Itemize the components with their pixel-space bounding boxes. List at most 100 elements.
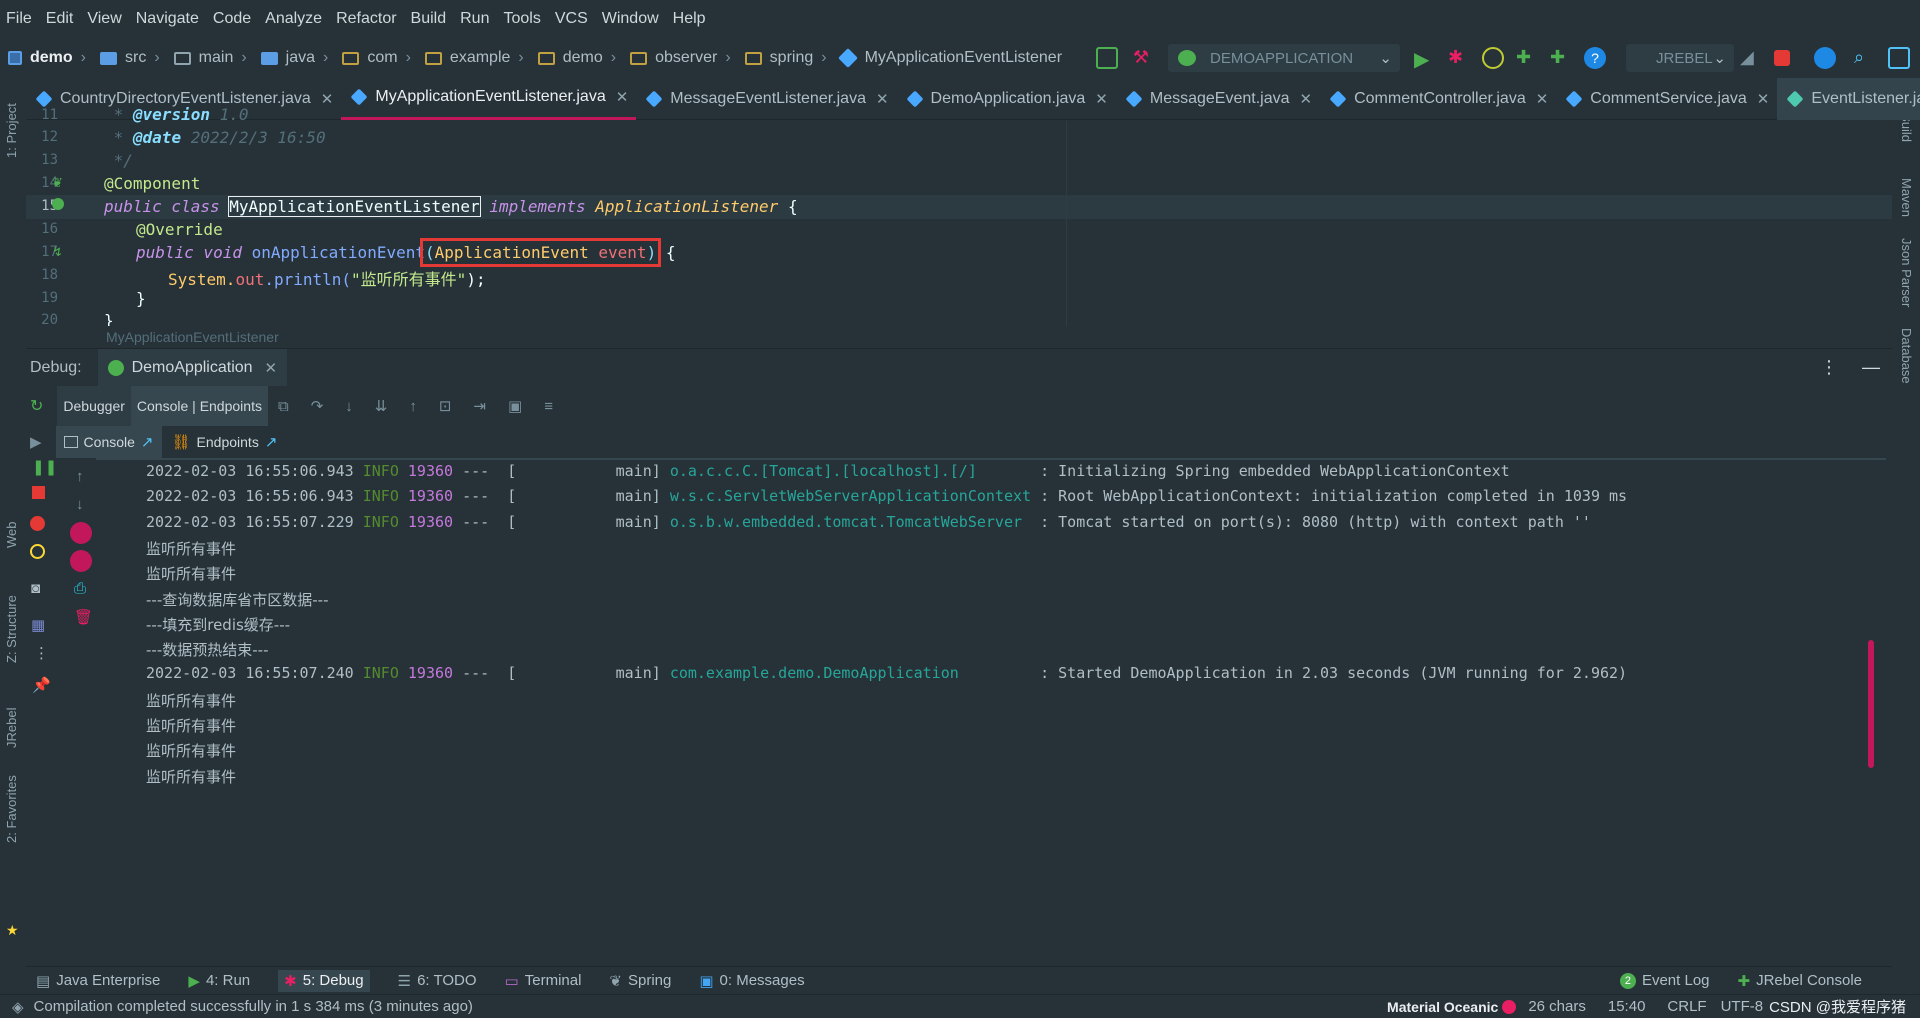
debug-bug-icon[interactable]: ✱ bbox=[1448, 47, 1470, 69]
tool-maven[interactable]: Maven bbox=[1899, 178, 1914, 217]
run-configuration-select[interactable]: DEMOAPPLICATION ⌄ bbox=[1168, 44, 1400, 72]
tab-debugger[interactable]: Debugger bbox=[57, 398, 131, 414]
debug-session-tab[interactable]: DemoApplication ✕ bbox=[97, 348, 288, 387]
tool-json-parser[interactable]: Json Parser bbox=[1899, 238, 1914, 307]
tool-structure[interactable]: Z: Structure bbox=[4, 595, 19, 663]
crumb-example[interactable]: example › bbox=[424, 49, 532, 67]
coverage-icon[interactable] bbox=[1482, 47, 1504, 69]
tab-event-listener[interactable]: EventListener.java✕ bbox=[1777, 77, 1920, 120]
close-icon[interactable]: ✕ bbox=[321, 90, 334, 108]
scroll-to-end-icon[interactable] bbox=[70, 550, 92, 572]
step-over-icon[interactable]: ↷ bbox=[311, 397, 324, 415]
resume-icon[interactable]: ▶ bbox=[30, 433, 42, 451]
crumb-src[interactable]: src › bbox=[100, 49, 168, 67]
trace-settings-icon[interactable]: ≡ bbox=[544, 398, 553, 415]
line-separator[interactable]: CRLF bbox=[1667, 998, 1706, 1015]
crumb-main[interactable]: main › bbox=[173, 49, 255, 67]
tab-comment-controller[interactable]: CommentController.java ✕ bbox=[1320, 78, 1556, 120]
help-icon[interactable]: ? bbox=[1584, 47, 1606, 69]
menu-tools[interactable]: Tools bbox=[503, 10, 540, 28]
crumb-java[interactable]: java › bbox=[260, 49, 337, 67]
tab-message-event[interactable]: MessageEvent.java ✕ bbox=[1116, 78, 1320, 120]
build-hammer-icon[interactable]: ⚒ bbox=[1130, 47, 1152, 69]
minimize-icon[interactable]: — bbox=[1862, 357, 1880, 378]
tool-messages[interactable]: ▣ 0: Messages bbox=[699, 972, 804, 990]
crumb-project[interactable]: demo › bbox=[8, 49, 94, 67]
menu-window[interactable]: Window bbox=[602, 10, 659, 28]
tab-message-event-listener[interactable]: MessageEventListener.java ✕ bbox=[636, 78, 896, 120]
crumb-class[interactable]: MyApplicationEventListener bbox=[837, 48, 1062, 68]
menu-refactor[interactable]: Refactor bbox=[336, 10, 396, 28]
cursor-position[interactable]: 15:40 bbox=[1608, 998, 1646, 1015]
camera-icon[interactable]: ◙ bbox=[31, 580, 40, 597]
jrebel-logo-icon[interactable] bbox=[1814, 47, 1836, 69]
rerun-icon[interactable]: ↻ bbox=[30, 396, 43, 416]
jrebel-debug-icon[interactable]: ✚ bbox=[1550, 47, 1572, 69]
menu-vcs[interactable]: VCS bbox=[555, 10, 588, 28]
spring-bean-gutter-icon[interactable]: ❦ bbox=[52, 175, 63, 191]
terminal-icon[interactable] bbox=[1096, 47, 1118, 69]
tool-jrebel-console[interactable]: ✚ JRebel Console bbox=[1738, 972, 1862, 990]
close-icon[interactable]: ✕ bbox=[1536, 90, 1549, 108]
stop-icon[interactable] bbox=[1774, 50, 1790, 66]
tool-project[interactable]: 1: Project bbox=[4, 103, 19, 158]
override-gutter-icon[interactable]: ↯ bbox=[52, 244, 63, 260]
clear-icon[interactable]: 🗑 bbox=[74, 608, 93, 626]
step-into-icon[interactable]: ↓ bbox=[345, 398, 353, 415]
menu-navigate[interactable]: Navigate bbox=[136, 10, 199, 28]
stop-icon[interactable] bbox=[32, 486, 45, 499]
tab-demo-application[interactable]: DemoApplication.java ✕ bbox=[897, 78, 1116, 120]
tool-jrebel[interactable]: JRebel bbox=[4, 708, 19, 748]
tool-spring[interactable]: ❦ Spring bbox=[609, 972, 671, 990]
up-arrow-icon[interactable]: ↑ bbox=[76, 468, 84, 485]
tool-debug[interactable]: ✱ 5: Debug bbox=[278, 969, 370, 992]
close-icon[interactable]: ✕ bbox=[265, 359, 278, 377]
force-step-into-icon[interactable]: ⇊ bbox=[375, 397, 388, 415]
tab-comment-service[interactable]: CommentService.java ✕ bbox=[1556, 78, 1777, 120]
bean-gutter-icon[interactable] bbox=[52, 198, 64, 210]
tool-todo[interactable]: ☰ 6: TODO bbox=[398, 972, 477, 990]
jrebel-select[interactable]: JREBEL ⌄ bbox=[1626, 44, 1734, 72]
crumb-spring[interactable]: spring › bbox=[744, 49, 835, 67]
tab-my-application-event-listener[interactable]: MyApplicationEventListener.java ✕ bbox=[341, 78, 637, 120]
crumb-com[interactable]: com › bbox=[342, 49, 419, 67]
code-editor[interactable]: 11 12 13 14 15 16 17 18 19 20 ❦ ↯ * @ver… bbox=[26, 105, 1892, 346]
pin-icon[interactable]: 📌 bbox=[32, 676, 51, 694]
close-icon[interactable]: ✕ bbox=[876, 90, 889, 108]
print-icon[interactable]: ⎙ bbox=[74, 580, 86, 597]
mute-breakpoints-icon[interactable] bbox=[30, 544, 45, 559]
menu-file[interactable]: File bbox=[6, 10, 32, 28]
tab-console[interactable]: Console ↗ bbox=[55, 426, 162, 458]
soft-wrap-icon[interactable] bbox=[70, 522, 92, 544]
more-options-icon[interactable]: ⋮ bbox=[1820, 357, 1838, 378]
tool-event-log[interactable]: 2 Event Log bbox=[1619, 972, 1710, 989]
close-icon[interactable]: ✕ bbox=[1095, 90, 1108, 108]
menu-edit[interactable]: Edit bbox=[46, 10, 74, 28]
menu-build[interactable]: Build bbox=[411, 10, 447, 28]
search-icon[interactable]: ⌕ bbox=[1854, 47, 1876, 69]
menu-code[interactable]: Code bbox=[213, 10, 251, 28]
restore-layout-icon[interactable]: ⧉ bbox=[278, 398, 289, 415]
more-icon[interactable]: ⋮ bbox=[34, 644, 49, 662]
menu-run[interactable]: Run bbox=[460, 10, 489, 28]
console-output[interactable]: 2022-02-03 16:55:06.943 INFO 19360 --- [… bbox=[96, 458, 1886, 966]
menu-help[interactable]: Help bbox=[673, 10, 706, 28]
file-encoding[interactable]: UTF-8 bbox=[1721, 998, 1764, 1015]
run-icon[interactable]: ▶ bbox=[1414, 47, 1436, 71]
tool-web[interactable]: Web bbox=[4, 522, 19, 549]
tool-java-enterprise[interactable]: ▤ Java Enterprise bbox=[36, 972, 160, 990]
tool-database[interactable]: Database bbox=[1899, 328, 1914, 384]
status-message[interactable]: Compilation completed successfully in 1 … bbox=[34, 998, 473, 1015]
run-to-cursor-icon[interactable]: ⇥ bbox=[473, 397, 486, 415]
theme-name[interactable]: Material Oceanic bbox=[1387, 999, 1498, 1015]
menu-analyze[interactable]: Analyze bbox=[265, 10, 322, 28]
step-out-icon[interactable]: ↑ bbox=[409, 398, 417, 415]
crumb-demo[interactable]: demo › bbox=[537, 49, 624, 67]
pause-icon[interactable]: ❚❚ bbox=[32, 458, 57, 476]
close-icon[interactable]: ✕ bbox=[616, 88, 629, 106]
tool-run[interactable]: ▶ 4: Run bbox=[188, 972, 250, 990]
menu-view[interactable]: View bbox=[87, 10, 121, 28]
evaluate-expression-icon[interactable]: ▣ bbox=[508, 397, 522, 415]
tool-terminal[interactable]: ▭ Terminal bbox=[505, 972, 582, 990]
close-icon[interactable]: ✕ bbox=[1300, 90, 1313, 108]
